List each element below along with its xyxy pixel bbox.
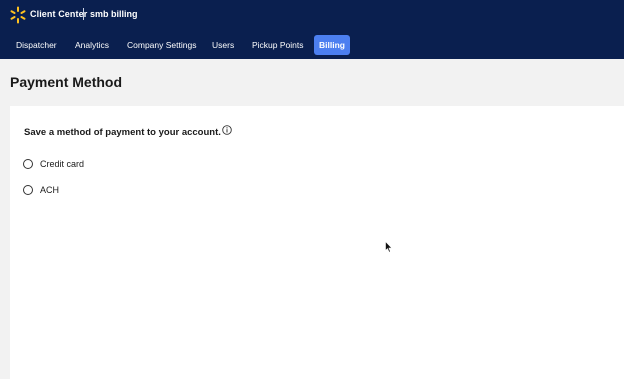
app-title[interactable]: Client Center — [30, 9, 87, 19]
tab-company-settings[interactable]: Company Settings — [127, 35, 196, 55]
tab-pickup-points[interactable]: Pickup Points — [252, 35, 304, 55]
info-icon[interactable] — [222, 125, 232, 135]
main-nav: Dispatcher Analytics Company Settings Us… — [0, 35, 624, 55]
brand-divider — [83, 8, 84, 20]
ach-radio[interactable] — [23, 185, 33, 195]
page-title: Payment Method — [10, 74, 123, 90]
spark-logo-icon[interactable] — [9, 6, 27, 24]
payment-method-card — [10, 106, 624, 379]
credit-card-label[interactable]: Credit card — [40, 159, 84, 169]
option-credit-card[interactable]: Credit card — [23, 158, 84, 170]
top-header: Client Center smb billing Dispatcher Ana… — [0, 0, 624, 59]
payment-prompt: Save a method of payment to your account… — [24, 127, 221, 138]
option-ach[interactable]: ACH — [23, 184, 59, 196]
tab-users[interactable]: Users — [212, 35, 234, 55]
mouse-pointer-icon — [385, 241, 393, 253]
account-name: smb billing — [90, 9, 138, 19]
ach-label[interactable]: ACH — [40, 185, 59, 195]
credit-card-radio[interactable] — [23, 159, 33, 169]
brand-row: Client Center smb billing — [0, 0, 624, 30]
tab-billing[interactable]: Billing — [314, 35, 350, 55]
tab-dispatcher[interactable]: Dispatcher — [16, 35, 57, 55]
tab-analytics[interactable]: Analytics — [75, 35, 109, 55]
